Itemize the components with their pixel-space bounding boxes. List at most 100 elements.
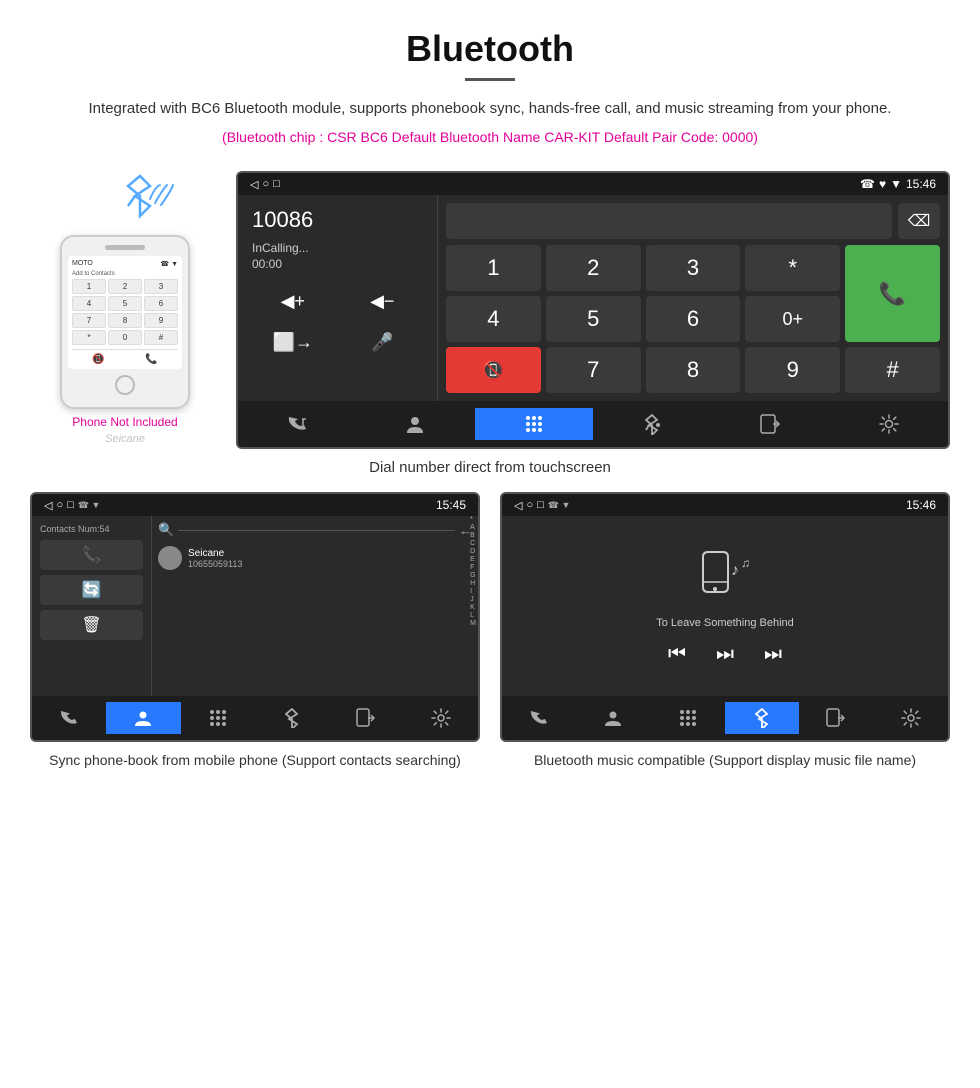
phone-key-1[interactable]: 1 xyxy=(72,279,106,294)
contacts-nav-contacts[interactable] xyxy=(106,702,180,734)
music-back-icon[interactable]: ◁ xyxy=(514,499,522,512)
music-nav-contacts[interactable] xyxy=(576,702,650,734)
music-caption: Bluetooth music compatible (Support disp… xyxy=(500,750,950,771)
phone-dial-grid: 1 2 3 4 5 6 7 8 9 * 0 # xyxy=(72,279,178,345)
phone-key-3[interactable]: 3 xyxy=(144,279,178,294)
contacts-home-icon[interactable]: ○ xyxy=(56,499,63,511)
phone-key-star[interactable]: * xyxy=(72,330,106,345)
home-icon[interactable]: ○ xyxy=(262,178,269,190)
music-area: ♪ ♫ To Leave Something Behind ⏮ ⏭ ⏭ xyxy=(502,516,948,696)
contacts-nav-settings[interactable] xyxy=(404,702,478,734)
key-5[interactable]: 5 xyxy=(546,296,641,342)
key-9[interactable]: 9 xyxy=(745,347,840,393)
nav-dialpad[interactable] xyxy=(475,408,593,440)
key-call-green[interactable]: 📞 xyxy=(845,245,940,342)
nav-phone[interactable] xyxy=(238,409,356,439)
wifi-icon: ▼ xyxy=(890,177,902,191)
music-recents-icon[interactable]: □ xyxy=(537,499,544,511)
contact-name[interactable]: Seicane xyxy=(188,548,472,559)
music-nav-bluetooth[interactable] xyxy=(725,702,799,734)
phone-mock: MOTO☎ ▼ Add to Contacts 1 2 3 4 5 6 7 8 … xyxy=(60,235,190,409)
key-3[interactable]: 3 xyxy=(646,245,741,291)
key-6[interactable]: 6 xyxy=(646,296,741,342)
bottom-screens: ◁ ○ □ ☎ ▼ 15:45 Contacts Num:54 📞 🔄 🗑 xyxy=(0,492,980,771)
phone-key-0[interactable]: 0 xyxy=(108,330,142,345)
dial-controls: ◀+ ◀− ⬜→ 🎤 xyxy=(252,285,423,359)
key-7[interactable]: 7 xyxy=(546,347,641,393)
phone-key-2[interactable]: 2 xyxy=(108,279,142,294)
key-2[interactable]: 2 xyxy=(546,245,641,291)
dial-right-panel: ⌫ 1 2 3 * 📞 4 5 6 0+ 📵 7 8 9 # xyxy=(438,195,948,401)
phone-call-icon[interactable]: 📞 xyxy=(145,354,157,365)
contacts-search-icon: 🔍 xyxy=(158,522,174,538)
volume-up-btn[interactable]: ◀+ xyxy=(252,285,334,318)
dial-left-panel: 10086 InCalling... 00:00 ◀+ ◀− ⬜→ 🎤 xyxy=(238,195,438,401)
key-end-red[interactable]: 📵 xyxy=(446,347,541,393)
nav-bluetooth[interactable] xyxy=(593,407,711,441)
contacts-nav-exit[interactable] xyxy=(329,702,403,734)
music-play-btn[interactable]: ⏭ xyxy=(716,643,734,666)
music-nav-settings[interactable] xyxy=(874,702,948,734)
car-nav-bar-contacts xyxy=(32,696,478,740)
page-title: Bluetooth xyxy=(40,28,940,70)
phone-key-6[interactable]: 6 xyxy=(144,296,178,311)
contacts-area: Contacts Num:54 📞 🔄 🗑 🔍 ← Seicane xyxy=(32,516,478,696)
phone-key-7[interactable]: 7 xyxy=(72,313,106,328)
music-controls: ⏮ ⏭ ⏭ xyxy=(668,643,782,666)
phone-key-hash[interactable]: # xyxy=(144,330,178,345)
nav-exit[interactable] xyxy=(711,407,829,441)
contacts-search-input[interactable] xyxy=(178,530,455,531)
mute-btn[interactable]: 🎤 xyxy=(342,326,424,359)
back-icon[interactable]: ◁ xyxy=(250,178,258,191)
key-hash[interactable]: # xyxy=(845,347,940,393)
music-screen-block: ◁ ○ □ ☎ ▼ 15:46 xyxy=(500,492,950,771)
car-screen-contacts: ◁ ○ □ ☎ ▼ 15:45 Contacts Num:54 📞 🔄 🗑 xyxy=(30,492,480,742)
dial-caption: Dial number direct from touchscreen xyxy=(0,459,980,476)
music-phone-music-icon: ♪ ♫ xyxy=(695,547,755,607)
music-icon-area: ♪ ♫ xyxy=(695,547,755,607)
key-4[interactable]: 4 xyxy=(446,296,541,342)
phone-end-icon[interactable]: 📵 xyxy=(92,354,104,365)
nav-settings[interactable] xyxy=(830,407,948,441)
contact-delete-btn[interactable]: 🗑 xyxy=(40,610,143,640)
phone-key-4[interactable]: 4 xyxy=(72,296,106,311)
contact-sync-btn[interactable]: 🔄 xyxy=(40,575,143,605)
key-1[interactable]: 1 xyxy=(446,245,541,291)
recents-icon[interactable]: □ xyxy=(273,178,280,190)
svg-text:♫: ♫ xyxy=(741,556,750,570)
contacts-back-icon[interactable]: ◁ xyxy=(44,499,52,512)
phone-home-button[interactable] xyxy=(115,375,135,395)
contacts-nav-bluetooth[interactable] xyxy=(255,702,329,734)
contact-number: 10655059113 xyxy=(188,559,472,569)
main-content: MOTO☎ ▼ Add to Contacts 1 2 3 4 5 6 7 8 … xyxy=(0,171,980,449)
transfer-btn[interactable]: ⬜→ xyxy=(252,326,334,359)
contacts-nav-phone[interactable] xyxy=(32,704,106,732)
key-star[interactable]: * xyxy=(745,245,840,291)
contacts-right-panel: 🔍 ← Seicane 10655059113 *ABCDEFGHIJKLM xyxy=(152,516,478,696)
dial-input-row: ⌫ xyxy=(446,203,940,239)
music-prev-btn[interactable]: ⏮ xyxy=(668,643,686,666)
music-home-icon[interactable]: ○ xyxy=(526,499,533,511)
contacts-recents-icon[interactable]: □ xyxy=(67,499,74,511)
dial-input-field[interactable] xyxy=(446,203,892,239)
music-nav-dialpad[interactable] xyxy=(651,703,725,733)
status-right: ☎ ♥ ▼ 15:46 xyxy=(860,177,936,191)
phone-key-8[interactable]: 8 xyxy=(108,313,142,328)
phone-key-9[interactable]: 9 xyxy=(144,313,178,328)
key-0plus[interactable]: 0+ xyxy=(745,296,840,342)
contacts-nav-dialpad[interactable] xyxy=(181,703,255,733)
dial-backspace-btn[interactable]: ⌫ xyxy=(898,203,940,239)
key-8[interactable]: 8 xyxy=(646,347,741,393)
android-status-bar: ◁ ○ □ ☎ ♥ ▼ 15:46 xyxy=(238,173,948,195)
dial-area: 10086 InCalling... 00:00 ◀+ ◀− ⬜→ 🎤 xyxy=(238,195,948,401)
contact-call-btn[interactable]: 📞 xyxy=(40,540,143,570)
nav-contacts[interactable] xyxy=(356,407,474,441)
phone-not-included-label: Phone Not Included xyxy=(72,415,177,429)
music-next-btn[interactable]: ⏭ xyxy=(764,643,782,666)
music-nav-phone[interactable] xyxy=(502,704,576,732)
volume-down-btn[interactable]: ◀− xyxy=(342,285,424,318)
phone-key-5[interactable]: 5 xyxy=(108,296,142,311)
music-nav-exit[interactable] xyxy=(799,702,873,734)
contact-avatar xyxy=(158,546,182,570)
clock-display: 15:46 xyxy=(906,177,936,191)
